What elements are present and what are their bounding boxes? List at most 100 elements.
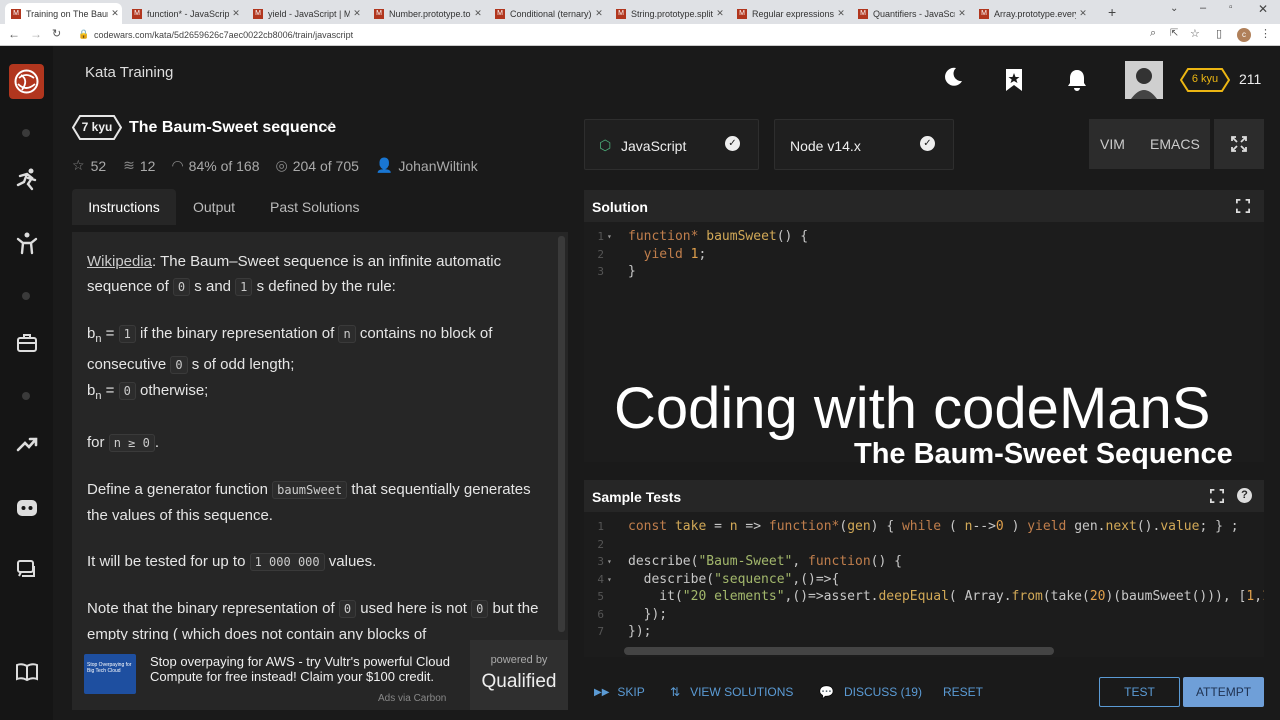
code-token: const — [628, 519, 668, 534]
tab-title: Array.prototype.every( — [994, 8, 1076, 19]
ad-thumbnail[interactable]: Stop Overpaying for Big Tech Cloud — [84, 654, 136, 694]
browser-tab[interactable]: M Number.prototype.toS ✕ — [368, 3, 485, 24]
fullscreen-button[interactable] — [1214, 119, 1264, 169]
dark-mode-icon[interactable] — [942, 66, 964, 93]
window-close-icon[interactable]: ✕ — [1258, 2, 1268, 16]
tab-close-icon[interactable]: ✕ — [229, 8, 243, 19]
fast-forward-icon: ▶▶ — [594, 686, 610, 698]
sidebar-separator — [22, 392, 30, 400]
discord-icon[interactable] — [0, 496, 53, 526]
bookmarks-icon[interactable] — [1003, 68, 1025, 97]
tab-title: String.prototype.split( — [631, 8, 713, 19]
lock-icon[interactable]: 🔒 — [78, 29, 89, 40]
bookmark-star-icon[interactable]: ☆ — [1190, 27, 1200, 40]
tab-close-icon[interactable]: ✕ — [592, 8, 606, 19]
attempt-button[interactable]: ATTEMPT — [1183, 677, 1264, 707]
browser-tab[interactable]: M Regular expressions - ✕ — [731, 3, 848, 24]
reload-icon[interactable]: ↻ — [52, 27, 61, 40]
text: = — [101, 382, 119, 399]
trending-icon[interactable] — [0, 432, 53, 462]
satisfaction-rating: 84% of 168 — [188, 157, 260, 174]
zoom-icon[interactable]: ⌕ — [1150, 27, 1156, 40]
code-token: 1 — [1262, 589, 1264, 604]
browser-menu-icon[interactable]: ⋮ — [1260, 27, 1271, 40]
runtime-select[interactable]: Node v14.x ✓ — [774, 119, 954, 170]
browser-tab[interactable]: Myield - JavaScript | MD ✕ — [247, 3, 364, 24]
tab-close-icon[interactable]: ✕ — [1076, 8, 1090, 19]
vim-button[interactable]: VIM — [1100, 136, 1125, 152]
tab-close-icon[interactable]: ✕ — [471, 8, 485, 19]
profile-avatar[interactable]: c — [1237, 28, 1251, 42]
test-button[interactable]: TEST — [1099, 677, 1180, 707]
forward-icon[interactable]: → — [30, 27, 42, 41]
book-icon[interactable] — [0, 660, 53, 690]
tab-close-icon[interactable]: ✕ — [108, 8, 122, 19]
notifications-icon[interactable] — [1065, 68, 1089, 97]
fold-toggle-icon[interactable]: ▾ — [604, 553, 628, 571]
line-number: 4 — [597, 572, 604, 586]
wikipedia-link[interactable]: Wikipedia — [87, 253, 152, 270]
tab-close-icon[interactable]: ✕ — [955, 8, 969, 19]
inline-code: n — [338, 325, 356, 343]
back-icon[interactable]: ← — [8, 27, 20, 41]
url-text[interactable]: codewars.com/kata/5d2659626c7aec0022cb80… — [94, 27, 1194, 43]
martial-arts-icon[interactable] — [0, 231, 53, 263]
expand-icon[interactable] — [1210, 489, 1224, 503]
practice-icon[interactable] — [0, 166, 53, 198]
browser-tab[interactable]: Mfunction* - JavaScript | ✕ — [126, 3, 243, 24]
description-scrollbar[interactable] — [558, 236, 565, 632]
star-icon[interactable]: ☆ — [72, 157, 85, 174]
codewars-logo[interactable] — [9, 64, 44, 99]
tab-past-solutions[interactable]: Past Solutions — [270, 199, 360, 215]
reset-button[interactable]: RESET — [943, 685, 983, 699]
skip-button[interactable]: ▶▶ SKIP — [594, 685, 645, 699]
fold-toggle-icon[interactable]: ▾ — [604, 228, 628, 246]
ad-text[interactable]: Stop overpaying for AWS - try Vultr's po… — [150, 654, 460, 684]
honor-count: 211 — [1239, 71, 1262, 87]
maximize-icon[interactable]: ▫ — [1229, 2, 1233, 13]
browser-tab[interactable]: M Conditional (ternary) o ✕ — [489, 3, 606, 24]
code-token: }); — [628, 624, 652, 639]
view-solutions-button[interactable]: ⇅ VIEW SOLUTIONS — [670, 685, 793, 699]
browser-tab[interactable]: M String.prototype.split(✕ — [610, 3, 727, 24]
help-icon[interactable]: ? — [1237, 488, 1252, 503]
share-icon[interactable]: ⇱ — [1170, 28, 1178, 39]
user-avatar[interactable] — [1125, 61, 1163, 99]
discuss-button[interactable]: 💬 DISCUSS (19) — [819, 685, 922, 699]
emacs-button[interactable]: EMACS — [1150, 136, 1200, 152]
minimize-icon[interactable]: – — [1200, 2, 1206, 14]
text: s and — [190, 278, 236, 295]
fold-toggle-icon — [604, 606, 628, 624]
rank-badge[interactable]: 6 kyu — [1180, 68, 1230, 92]
tab-close-icon[interactable]: ✕ — [834, 8, 848, 19]
author-name[interactable]: JohanWiltink — [398, 158, 477, 174]
tab-close-icon[interactable]: ✕ — [713, 8, 727, 19]
browser-tab[interactable]: M Array.prototype.every(✕ — [973, 3, 1090, 24]
new-tab-icon[interactable]: + — [1108, 4, 1116, 20]
sidepanel-icon[interactable]: ▯ — [1216, 27, 1222, 40]
paragraph: Wikipedia: The Baum–Sweet sequence is an… — [87, 249, 547, 300]
tab-search-icon[interactable]: ⌄ — [1170, 3, 1178, 14]
browser-tab[interactable]: M Training on The Baum ✕ — [5, 3, 122, 24]
fold-toggle-icon[interactable]: ▾ — [604, 571, 628, 589]
briefcase-icon[interactable] — [0, 331, 53, 361]
line-number: 5 — [597, 590, 604, 603]
tab-output[interactable]: Output — [193, 199, 235, 215]
tests-editor[interactable]: 1 const take = n => function*(gen) { whil… — [584, 512, 1264, 657]
tab-instructions[interactable]: Instructions — [72, 189, 176, 225]
discussions-icon[interactable] — [0, 558, 53, 588]
code-token: gen. — [1066, 519, 1106, 534]
tab-close-icon[interactable]: ✕ — [350, 8, 364, 19]
author-icon: 👤 — [375, 157, 394, 173]
horizontal-scrollbar[interactable] — [624, 647, 1054, 655]
qualified-sponsor[interactable]: powered by Qualified — [470, 640, 568, 710]
fold-toggle-icon — [604, 263, 628, 281]
ad-via[interactable]: Ads via Carbon — [378, 693, 446, 704]
code-token: --> — [972, 519, 996, 534]
code-token: ,()=>{ — [792, 571, 840, 587]
discuss-label: DISCUSS (19) — [843, 685, 922, 699]
browser-tab[interactable]: M Quantifiers - JavaScrip ✕ — [852, 3, 969, 24]
expand-icon[interactable] — [1236, 199, 1250, 213]
language-select[interactable]: ⬡ JavaScript ✓ — [584, 119, 759, 170]
ad-banner[interactable]: Stop Overpaying for Big Tech Cloud Stop … — [72, 640, 568, 710]
